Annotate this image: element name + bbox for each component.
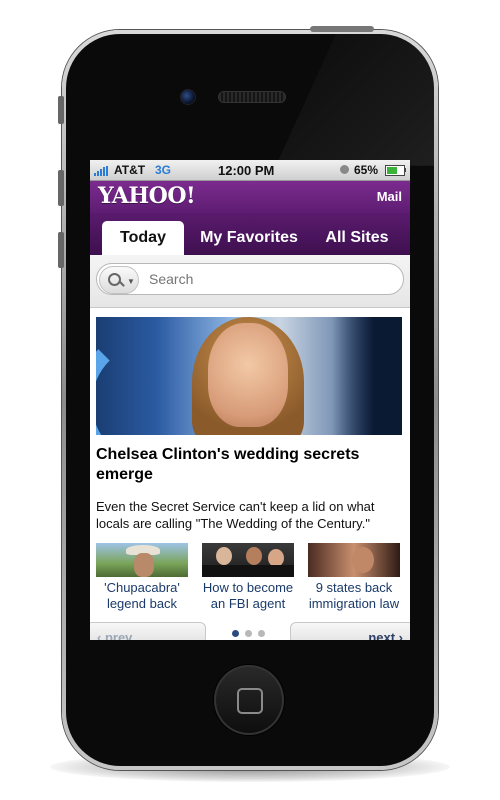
tab-today[interactable]: Today xyxy=(102,221,184,255)
battery-nub xyxy=(404,168,406,172)
search-icon xyxy=(108,273,121,286)
page-dot-2 xyxy=(245,630,252,637)
related-thumb-3[interactable] xyxy=(308,543,400,577)
home-icon xyxy=(237,688,263,714)
main-story-summary: Even the Secret Service can't keep a lid… xyxy=(96,499,375,531)
sleep-button xyxy=(310,26,374,32)
volume-down-button xyxy=(58,232,64,268)
search-box[interactable]: ▼ xyxy=(96,263,404,295)
signal-icon xyxy=(94,166,108,176)
main-story-image[interactable] xyxy=(96,317,402,435)
search-options-button[interactable]: ▼ xyxy=(99,266,139,294)
mute-switch xyxy=(58,96,64,124)
yahoo-logo[interactable]: YAHOO! xyxy=(98,183,196,209)
yahoo-header: YAHOO! Mail xyxy=(90,181,410,213)
next-button[interactable]: next › xyxy=(290,622,410,640)
earpiece-speaker xyxy=(218,91,286,103)
volume-up-button xyxy=(58,170,64,206)
battery-icon xyxy=(385,165,405,176)
related-caption-2[interactable]: How to become an FBI agent xyxy=(196,580,300,612)
related-thumb-2[interactable] xyxy=(202,543,294,577)
page-dot-3 xyxy=(258,630,265,637)
tab-all-sites[interactable]: All Sites xyxy=(316,221,398,255)
front-camera xyxy=(180,89,196,105)
search-input[interactable] xyxy=(147,270,391,288)
lock-icon xyxy=(340,165,349,174)
prev-button[interactable]: ‹ prev xyxy=(90,622,206,640)
search-icon-handle xyxy=(119,281,125,287)
status-time: 12:00 PM xyxy=(218,163,275,178)
tab-bar: Today My Favorites All Sites xyxy=(90,213,410,255)
status-bar: AT&T 3G 12:00 PM 65% xyxy=(90,160,410,181)
chevron-down-icon: ▼ xyxy=(127,277,135,286)
home-button[interactable] xyxy=(214,665,284,735)
related-thumb-1[interactable] xyxy=(96,543,188,577)
battery-percent: 65% xyxy=(354,163,379,177)
hero-background-dark xyxy=(332,317,402,435)
phone-screen: AT&T 3G 12:00 PM 65% YAHOO! Mail Today M… xyxy=(90,160,410,640)
main-story-headline[interactable]: Chelsea Clinton's wedding secrets emerge xyxy=(96,445,396,485)
search-bar: ▼ xyxy=(90,255,410,308)
hero-face xyxy=(208,323,288,427)
page-dot-1 xyxy=(232,630,239,637)
related-caption-3[interactable]: 9 states back immigration law xyxy=(302,580,406,612)
pager: ‹ prev next › xyxy=(90,622,410,640)
tab-my-favorites[interactable]: My Favorites xyxy=(194,221,304,255)
carrier-name: AT&T xyxy=(114,163,146,177)
network-type: 3G xyxy=(155,163,172,177)
related-caption-1[interactable]: 'Chupacabra' legend back xyxy=(90,580,194,612)
mail-link[interactable]: Mail xyxy=(377,189,402,204)
